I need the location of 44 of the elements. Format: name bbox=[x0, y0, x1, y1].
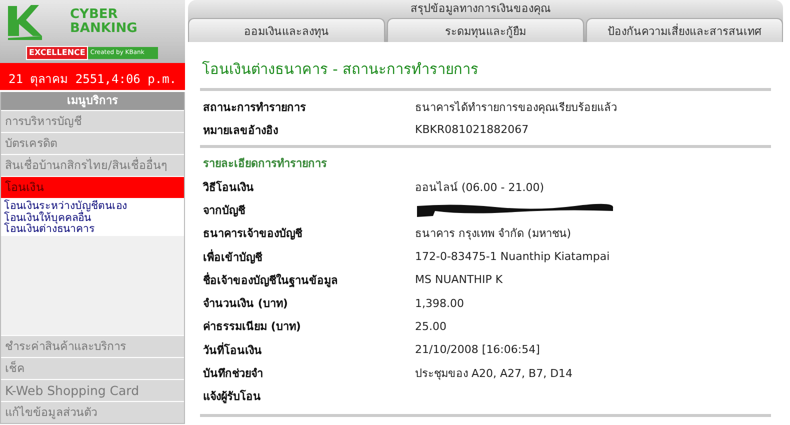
nav-tab[interactable]: ออมเงินและลงทุน bbox=[188, 18, 385, 42]
field-label: แจ้งผู้รับโอน bbox=[203, 388, 262, 406]
field-label: ธนาคารเจ้าของบัญชี bbox=[203, 226, 304, 242]
section-title: รายละเอียดการทำรายการ bbox=[202, 156, 328, 172]
logo-text: BANKING bbox=[70, 22, 138, 36]
submenu-link[interactable]: โอนเงินให้บุคคลอื่น bbox=[1, 212, 184, 224]
field-label: วิธีโอนเงิน bbox=[203, 180, 255, 196]
field-value: 25.00 bbox=[415, 320, 446, 333]
field-value: 172-0-83475-1 Nuanthip Kiatampai bbox=[415, 250, 610, 264]
logo-text: CYBER bbox=[70, 8, 119, 22]
logo-badge: EXCELLENCE bbox=[26, 46, 88, 60]
field-label: บันทึกช่วยจำ bbox=[203, 366, 264, 382]
field-value: 1,398.00 bbox=[415, 296, 464, 310]
field-label: จากบัญชี bbox=[203, 202, 246, 219]
nav-tab[interactable]: ป้องกันความเสี่ยงและสารสนเทศ bbox=[586, 18, 783, 42]
menu-title: เมนูบริการ bbox=[1, 92, 184, 110]
field-value: ธนาคาร กรุงเทพ จำกัด (มหาชน) bbox=[415, 226, 572, 242]
menu-item[interactable]: แก้ไขข้อมูลส่วนตัว bbox=[1, 401, 184, 423]
field-label: สถานะการทำรายการ bbox=[203, 100, 307, 116]
menu-item[interactable]: เช็ค bbox=[1, 357, 184, 379]
field-label: ชื่อเจ้าของบัญชีในฐานข้อมูล bbox=[203, 271, 339, 289]
field-value: KBKR081021882067 bbox=[415, 123, 529, 136]
submenu-link[interactable]: โอนเงินระหว่างบัญชีตนเอง bbox=[1, 201, 184, 212]
field-value: ประชุมของ A20, A27, B7, D14 bbox=[415, 366, 573, 382]
field-label: ค่าธรรมเนียม (บาท) bbox=[203, 319, 302, 336]
page-title: โอนเงินต่างธนาคาร - สถานะการทำรายการ bbox=[200, 42, 771, 91]
menu-item[interactable]: สินเชื่อบ้านกสิกรไทย/สินเชื่ออื่นๆ bbox=[1, 154, 184, 176]
field-value: ธนาคารได้ทำรายการของคุณเรียบร้อยแล้ว bbox=[415, 100, 617, 116]
menu-item[interactable]: โอนเงิน bbox=[1, 176, 184, 198]
field-label: วันที่โอนเงิน bbox=[203, 341, 263, 359]
field-label: หมายเลขอ้างอิง bbox=[203, 122, 279, 138]
menu-item[interactable]: การบริหารบัญชี bbox=[1, 110, 184, 132]
menu-item[interactable]: K-Web Shopping Card bbox=[1, 379, 184, 401]
field-value: ออนไลน์ (06.00 - 21.00) bbox=[415, 180, 544, 196]
field-value: 21/10/2008 [16:06:54] bbox=[415, 343, 540, 356]
nav-tab[interactable]: ระดมทุนและกู้ยืม bbox=[387, 18, 584, 42]
menu-item[interactable]: บัตรเครดิต bbox=[1, 132, 184, 154]
field-label: จำนวนเงิน (บาท) bbox=[203, 296, 289, 312]
menu-item[interactable]: ชำระค่าสินค้าและบริการ bbox=[1, 335, 184, 357]
date-time: 21 ตุลาคม 2551,4:06 p.m. bbox=[0, 63, 185, 90]
field-label: เพื่อเข้าบัญชี bbox=[203, 248, 264, 266]
redaction-scribble-icon bbox=[415, 202, 615, 218]
field-value: MS NUANTHIP K bbox=[415, 273, 503, 286]
submenu-link[interactable]: โอนเงินต่างธนาคาร bbox=[1, 224, 184, 236]
